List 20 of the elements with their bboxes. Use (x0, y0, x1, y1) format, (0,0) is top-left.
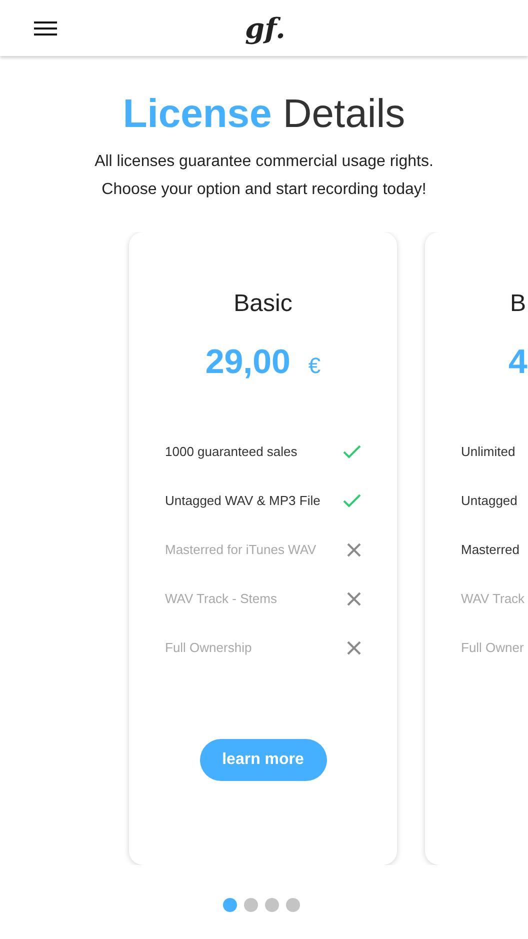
feature-label: WAV Track - Stems (165, 590, 277, 608)
feature-label: Untagged (461, 492, 518, 510)
feature-label: Masterred (461, 540, 520, 559)
feature-label: Masterred for iTunes WAV (165, 540, 316, 559)
feature-label: Unlimited (461, 442, 516, 461)
plan-name: B (510, 289, 526, 319)
menu-icon[interactable] (34, 20, 57, 36)
plan-price: 4 (508, 342, 528, 382)
feature-label: WAV Track (461, 590, 525, 608)
feature-label: Full Owner (461, 638, 524, 657)
feature-label: 1000 guaranteed sales (165, 442, 298, 461)
plan-price: 29,00 (205, 342, 290, 382)
currency-symbol: € (308, 352, 321, 380)
feature-label: Full Ownership (165, 638, 252, 657)
plan-name: Basic (234, 289, 292, 319)
logo[interactable]: gf. (245, 8, 286, 50)
intro-text: All licenses guarantee commercial usage rights. (94, 152, 434, 172)
feature-label: Untagged WAV & MP3 File (165, 492, 320, 510)
page-heading: License Details (122, 91, 406, 138)
intro-text: Choose your option and start recording today! (102, 180, 426, 200)
